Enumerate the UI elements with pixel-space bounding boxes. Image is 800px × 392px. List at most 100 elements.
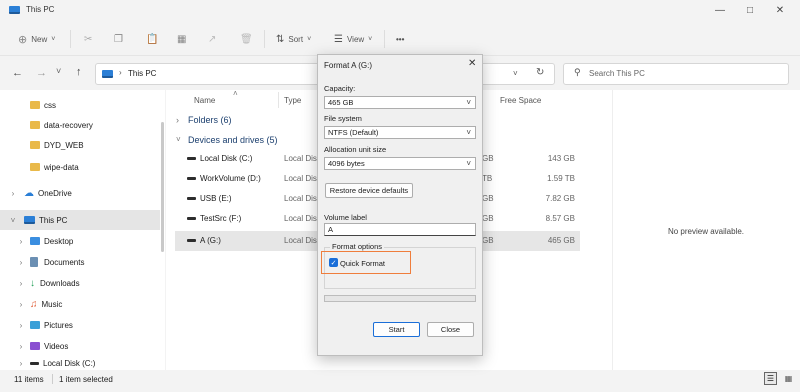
start-button[interactable]: Start: [373, 322, 420, 337]
recent-chevron-icon[interactable]: ˅: [56, 66, 61, 76]
chevron-right-icon[interactable]: ›: [16, 300, 26, 309]
breadcrumb-this-pc[interactable]: This PC: [128, 69, 156, 78]
chevron-down-icon[interactable]: ˅: [176, 135, 181, 144]
view-button[interactable]: ☰ View ˅: [334, 30, 372, 48]
drive-total: GB: [482, 154, 494, 163]
chevron-down-icon: ˅: [466, 128, 471, 137]
drive-type: Local Disk: [284, 214, 321, 223]
pc-icon: [9, 6, 20, 14]
drive-name: TestSrc (F:): [200, 214, 242, 223]
cut-button[interactable]: ✂: [84, 30, 92, 48]
folder-icon: [30, 163, 40, 171]
sidebar-item-wipe-data[interactable]: wipe-data: [0, 157, 160, 177]
sort-label: Sort: [288, 34, 304, 44]
format-options-label: Format options: [330, 242, 385, 251]
view-icon: ☰: [334, 33, 343, 45]
sidebar-item-videos[interactable]: › Videos: [0, 336, 160, 356]
minimize-button[interactable]: —: [705, 0, 735, 20]
trash-icon: 🗑: [240, 33, 253, 45]
chevron-right-icon[interactable]: ›: [16, 258, 26, 267]
sidebar-item-label: DYD_WEB: [44, 140, 84, 150]
status-bar: [0, 370, 800, 392]
drive-type: Local Disk: [284, 194, 321, 203]
more-options-button[interactable]: •••: [396, 30, 404, 48]
paste-icon: 📋: [146, 33, 159, 45]
sidebar-item-local-disk-c[interactable]: › Local Disk (C:): [0, 357, 160, 370]
back-icon[interactable]: ←: [12, 67, 23, 79]
sidebar-item-this-pc[interactable]: ˅ This PC: [0, 210, 160, 230]
drive-type: Local Disk: [284, 236, 321, 245]
drive-name: WorkVolume (D:): [200, 174, 261, 183]
drive-free-space: 7.82 GB: [545, 194, 575, 203]
sort-button[interactable]: ⇅ Sort ˅: [276, 30, 311, 48]
group-header-folders[interactable]: Folders (6): [188, 115, 232, 125]
sidebar-scrollbar[interactable]: [161, 122, 164, 252]
chevron-down-icon[interactable]: ˅: [8, 216, 18, 225]
column-header-free-space[interactable]: Free Space: [500, 96, 541, 105]
sidebar-item-onedrive[interactable]: › ☁ OneDrive: [0, 183, 160, 203]
close-button[interactable]: Close: [427, 322, 474, 337]
copy-icon: ❐: [114, 33, 123, 45]
sidebar-item-desktop[interactable]: › Desktop: [0, 231, 160, 251]
restore-defaults-button[interactable]: Restore device defaults: [325, 183, 413, 198]
delete-button[interactable]: 🗑: [240, 30, 253, 48]
drive-icon: [187, 197, 196, 200]
address-dropdown-icon[interactable]: ˅: [513, 69, 518, 78]
sidebar-item-dyd-web[interactable]: DYD_WEB: [0, 135, 160, 155]
sidebar-item-music[interactable]: › ♫ Music: [0, 294, 160, 314]
sidebar-item-data-recovery[interactable]: data-recovery: [0, 115, 160, 135]
sidebar-item-documents[interactable]: › Documents: [0, 252, 160, 272]
close-window-button[interactable]: ✕: [765, 0, 795, 20]
sort-indicator-icon: ˄: [233, 89, 238, 98]
window-title: This PC: [26, 5, 55, 14]
sidebar-item-css[interactable]: css: [0, 95, 160, 115]
sidebar-item-label: Music: [41, 299, 63, 309]
volume-label-input[interactable]: A: [324, 223, 476, 236]
folder-icon: [30, 101, 40, 109]
up-icon[interactable]: ↑: [76, 66, 82, 78]
drive-icon: [187, 239, 196, 242]
selection-count: 1 item selected: [59, 375, 113, 384]
status-divider: [52, 374, 53, 384]
capacity-select[interactable]: 465 GB ˅: [324, 96, 476, 109]
allocation-size-select[interactable]: 4096 bytes ˅: [324, 157, 476, 170]
paste-button[interactable]: 📋: [146, 30, 158, 48]
download-icon: ↓: [30, 277, 35, 289]
column-divider: [278, 92, 279, 108]
chevron-right-icon[interactable]: ›: [16, 359, 26, 368]
drive-icon: [187, 217, 196, 220]
share-button[interactable]: ↗: [208, 30, 216, 48]
copy-button[interactable]: ❐: [114, 30, 123, 48]
sidebar-item-label: Documents: [44, 257, 85, 267]
sidebar-item-pictures[interactable]: › Pictures: [0, 315, 160, 335]
desktop-icon: [30, 237, 40, 245]
quick-format-checkbox[interactable]: ✓: [329, 258, 338, 267]
column-header-name[interactable]: Name: [194, 96, 215, 105]
forward-icon[interactable]: →: [36, 67, 47, 79]
file-system-select[interactable]: NTFS (Default) ˅: [324, 126, 476, 139]
chevron-right-icon[interactable]: ›: [16, 342, 26, 351]
group-header-devices[interactable]: Devices and drives (5): [188, 135, 278, 145]
maximize-button[interactable]: □: [735, 0, 765, 20]
chevron-right-icon[interactable]: ›: [16, 237, 26, 246]
details-view-icon[interactable]: ☰: [764, 372, 777, 385]
drive-total: TB: [482, 174, 493, 183]
sidebar-item-downloads[interactable]: › ↓ Downloads: [0, 273, 160, 293]
dialog-close-icon[interactable]: ✕: [468, 58, 476, 69]
chevron-right-icon[interactable]: ›: [16, 321, 26, 330]
refresh-icon[interactable]: ↻: [536, 67, 544, 78]
sidebar-item-label: Videos: [44, 341, 69, 351]
rename-button[interactable]: ▦: [177, 30, 186, 48]
chevron-right-icon[interactable]: ›: [16, 279, 26, 288]
chevron-right-icon[interactable]: ›: [8, 189, 18, 198]
tiles-view-icon[interactable]: ▦: [782, 372, 795, 385]
drive-icon: [187, 157, 196, 160]
drive-free-space: 143 GB: [547, 154, 575, 163]
plus-icon: ⊕: [18, 33, 28, 46]
search-input[interactable]: Search This PC: [589, 69, 645, 78]
new-button[interactable]: ⊕ New ˅: [18, 30, 55, 48]
chevron-right-icon[interactable]: ›: [176, 115, 179, 125]
drive-icon: [187, 177, 196, 180]
column-header-type[interactable]: Type: [284, 96, 301, 105]
documents-icon: [30, 257, 38, 267]
